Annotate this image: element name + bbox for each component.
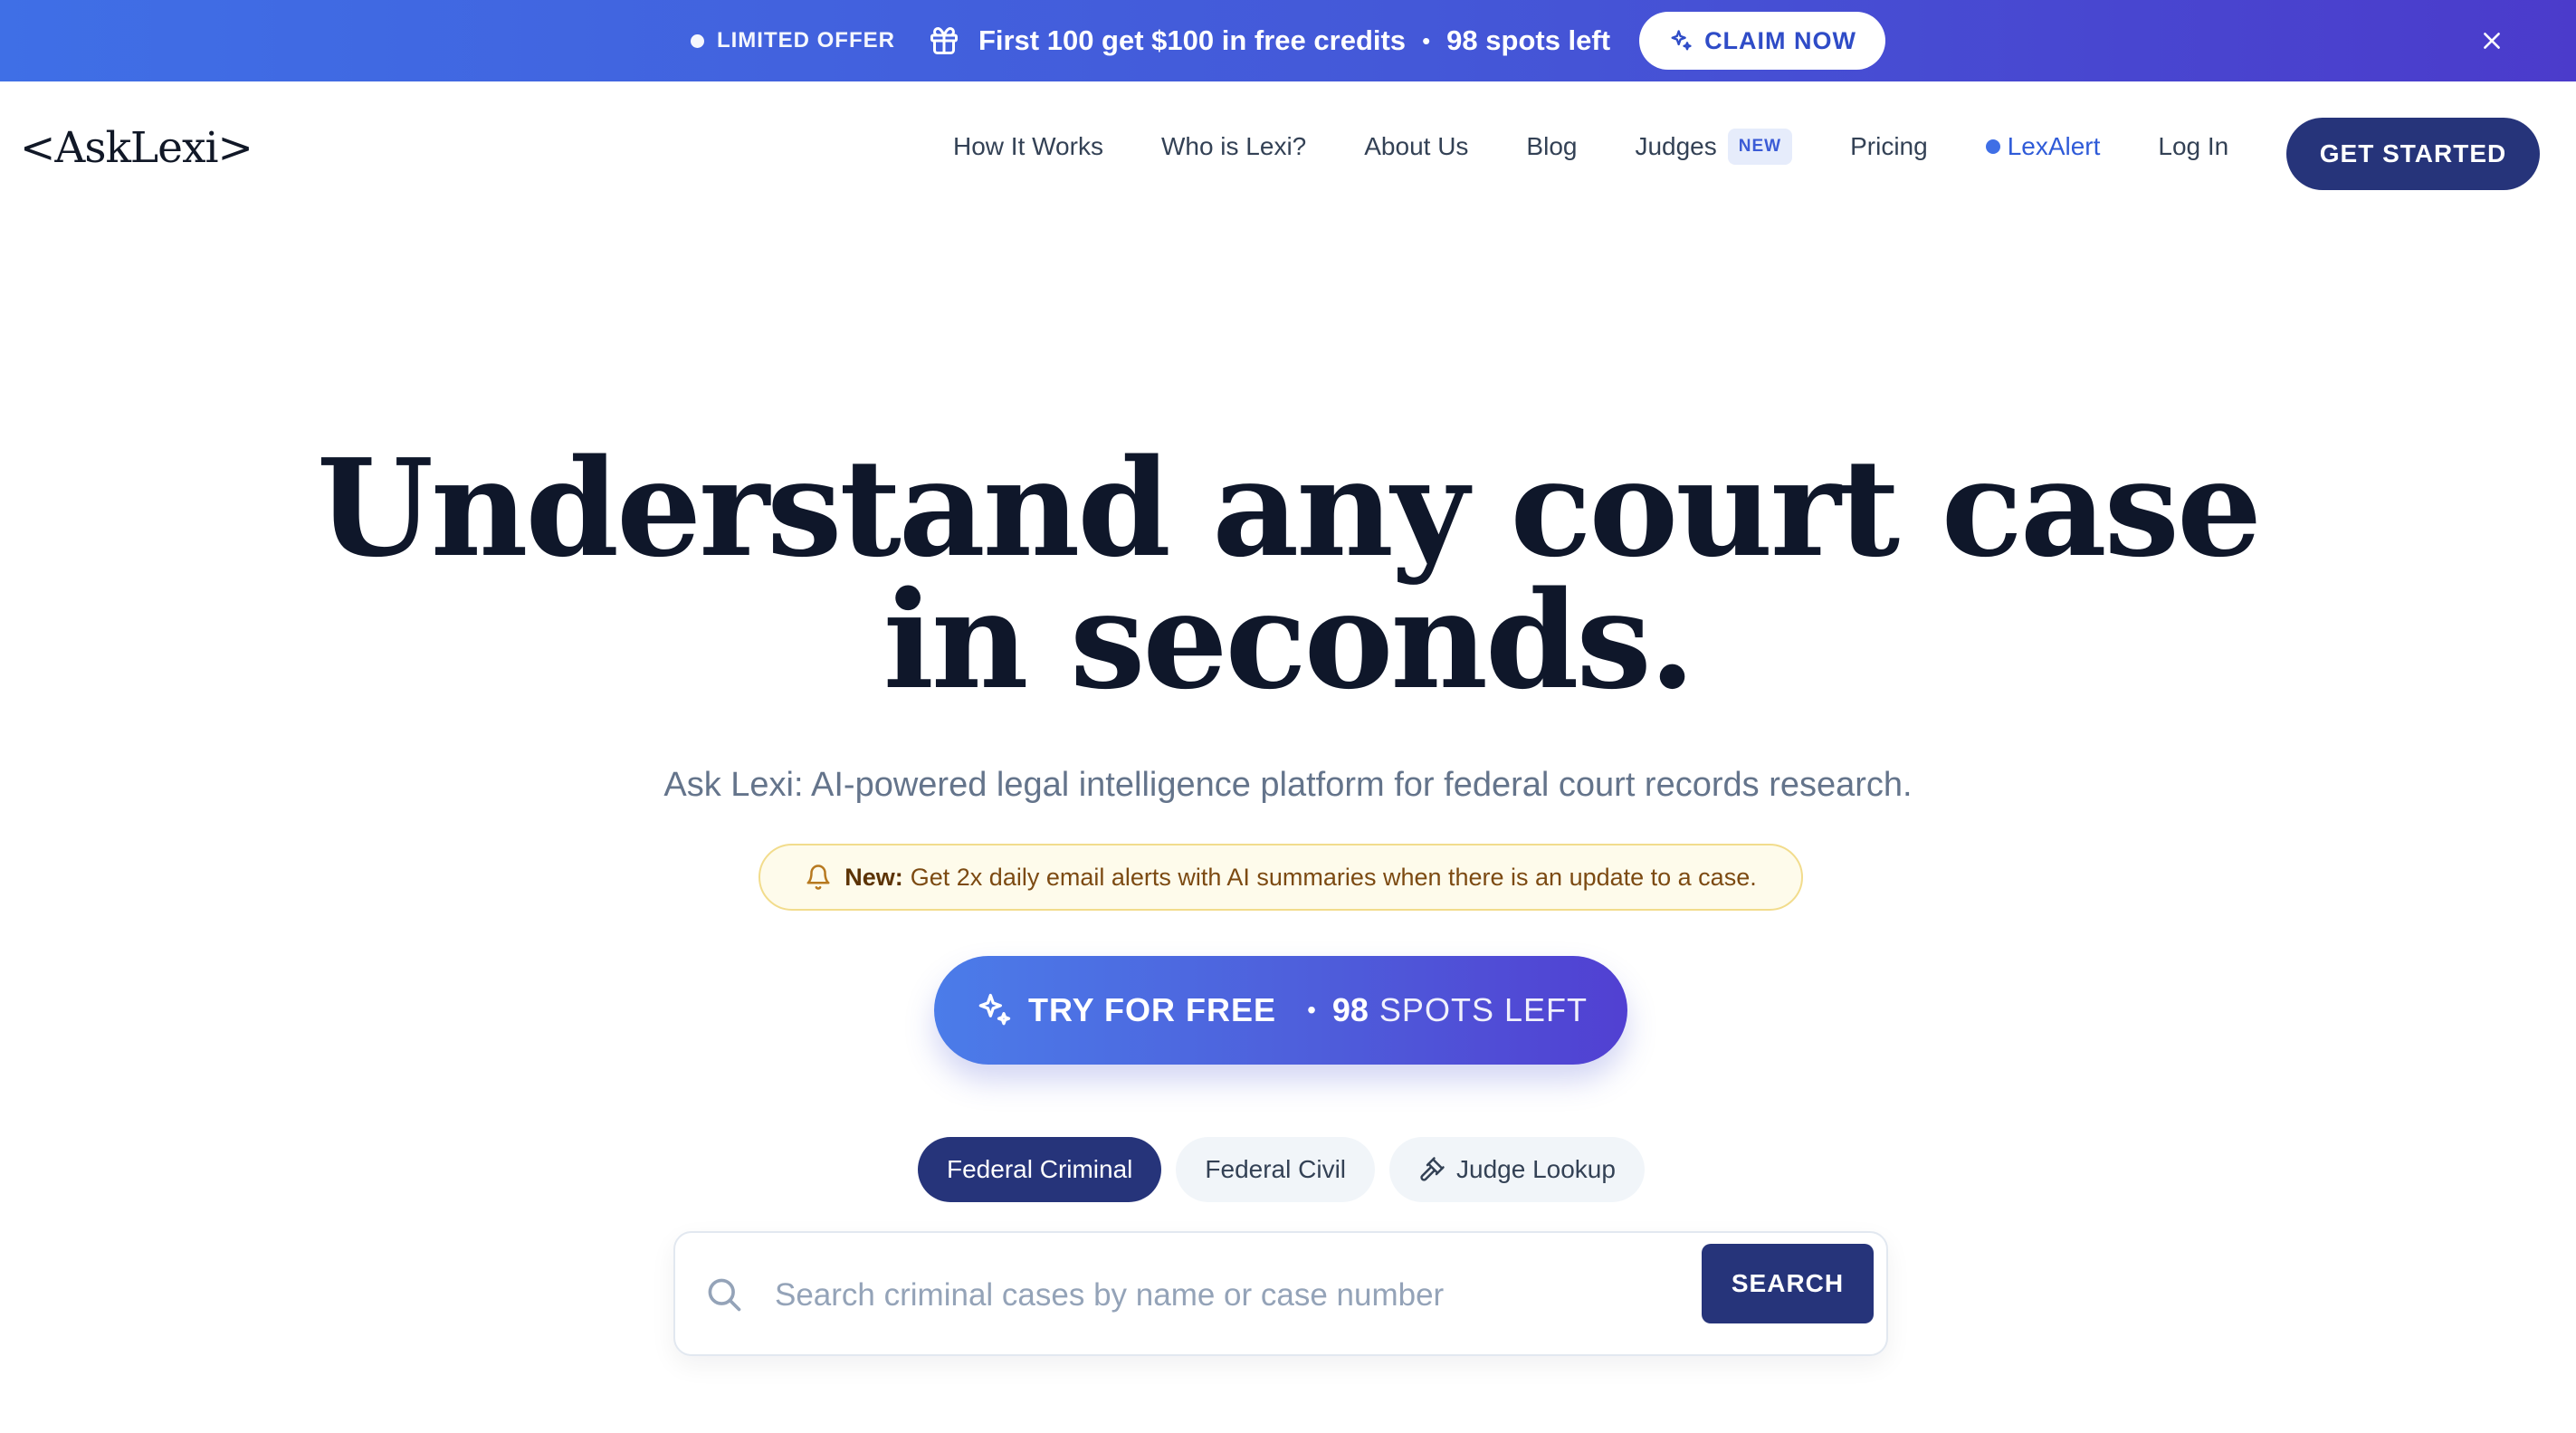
nav-links: How It Works Who is Lexi? About Us Blog … (953, 129, 2286, 165)
search-tabs: Federal Criminal Federal Civil Judge Loo… (918, 1137, 1645, 1202)
logo[interactable]: <AskLexi> (20, 123, 253, 173)
sparkle-icon (974, 990, 1014, 1030)
notice-text: Get 2x daily email alerts with AI summar… (910, 863, 1757, 891)
promo-message: First 100 get $100 in free credits (978, 24, 1407, 56)
hero-subtitle: Ask Lexi: AI-powered legal intelligence … (663, 766, 1913, 804)
tab-judge-lookup-label: Judge Lookup (1456, 1155, 1616, 1183)
search-input[interactable] (775, 1264, 1445, 1327)
lexalert-dot-icon (1985, 139, 2000, 154)
promo-content: LIMITED OFFER First 100 get $100 in free… (690, 12, 1886, 70)
limited-offer-label: LIMITED OFFER (716, 28, 895, 53)
promo-banner: LIMITED OFFER First 100 get $100 in free… (0, 0, 2576, 81)
tab-federal-criminal[interactable]: Federal Criminal (918, 1137, 1162, 1202)
gavel-icon (1418, 1156, 1445, 1183)
claim-now-button[interactable]: CLAIM NOW (1639, 12, 1886, 70)
top-nav: <AskLexi> How It Works Who is Lexi? Abou… (0, 81, 2576, 226)
try-for-free-button[interactable]: TRY FOR FREE • 98 SPOTS LEFT (934, 956, 1627, 1065)
search-box: SEARCH (673, 1231, 1888, 1356)
try-for-free-label: TRY FOR FREE (1028, 991, 1277, 1028)
search-button[interactable]: SEARCH (1702, 1244, 1874, 1323)
notice-new-label: New: (844, 863, 903, 891)
promo-separator: • (1422, 26, 1431, 54)
nav-link-blog[interactable]: Blog (1526, 132, 1577, 161)
bell-icon (805, 864, 832, 891)
nav-link-how-it-works[interactable]: How It Works (953, 132, 1103, 161)
promo-spots-left: 98 spots left (1446, 24, 1611, 56)
nav-link-judges-label: Judges (1635, 132, 1717, 160)
hero-title-line-2: in seconds. (883, 561, 1696, 719)
get-started-button[interactable]: GET STARTED (2286, 118, 2540, 190)
nav-link-lexalert[interactable]: LexAlert (1985, 132, 2101, 161)
new-badge: NEW (1727, 129, 1793, 165)
search-icon (704, 1275, 744, 1319)
nav-link-pricing[interactable]: Pricing (1850, 132, 1928, 161)
nav-link-who-is-lexi[interactable]: Who is Lexi? (1161, 132, 1306, 161)
sparkle-icon (1668, 28, 1693, 53)
tab-judge-lookup[interactable]: Judge Lookup (1389, 1137, 1645, 1202)
try-spots-label: SPOTS LEFT (1379, 991, 1588, 1028)
close-icon[interactable] (2471, 20, 2513, 62)
try-separator: • (1307, 996, 1316, 1024)
new-feature-notice: New: Get 2x daily email alerts with AI s… (758, 844, 1803, 911)
nav-link-judges[interactable]: Judges NEW (1635, 129, 1793, 165)
gift-icon (928, 24, 960, 57)
hero-title: Understand any court case in seconds. (0, 441, 2576, 707)
try-spots-number: 98 (1331, 991, 1369, 1028)
nav-link-log-in[interactable]: Log In (2158, 132, 2228, 161)
claim-now-label: CLAIM NOW (1704, 26, 1857, 54)
limited-offer-tag: LIMITED OFFER (690, 28, 895, 53)
nav-link-about-us[interactable]: About Us (1364, 132, 1468, 161)
tab-federal-civil[interactable]: Federal Civil (1176, 1137, 1376, 1202)
nav-link-lexalert-label: LexAlert (2007, 132, 2101, 160)
offer-dot-icon (690, 33, 704, 48)
